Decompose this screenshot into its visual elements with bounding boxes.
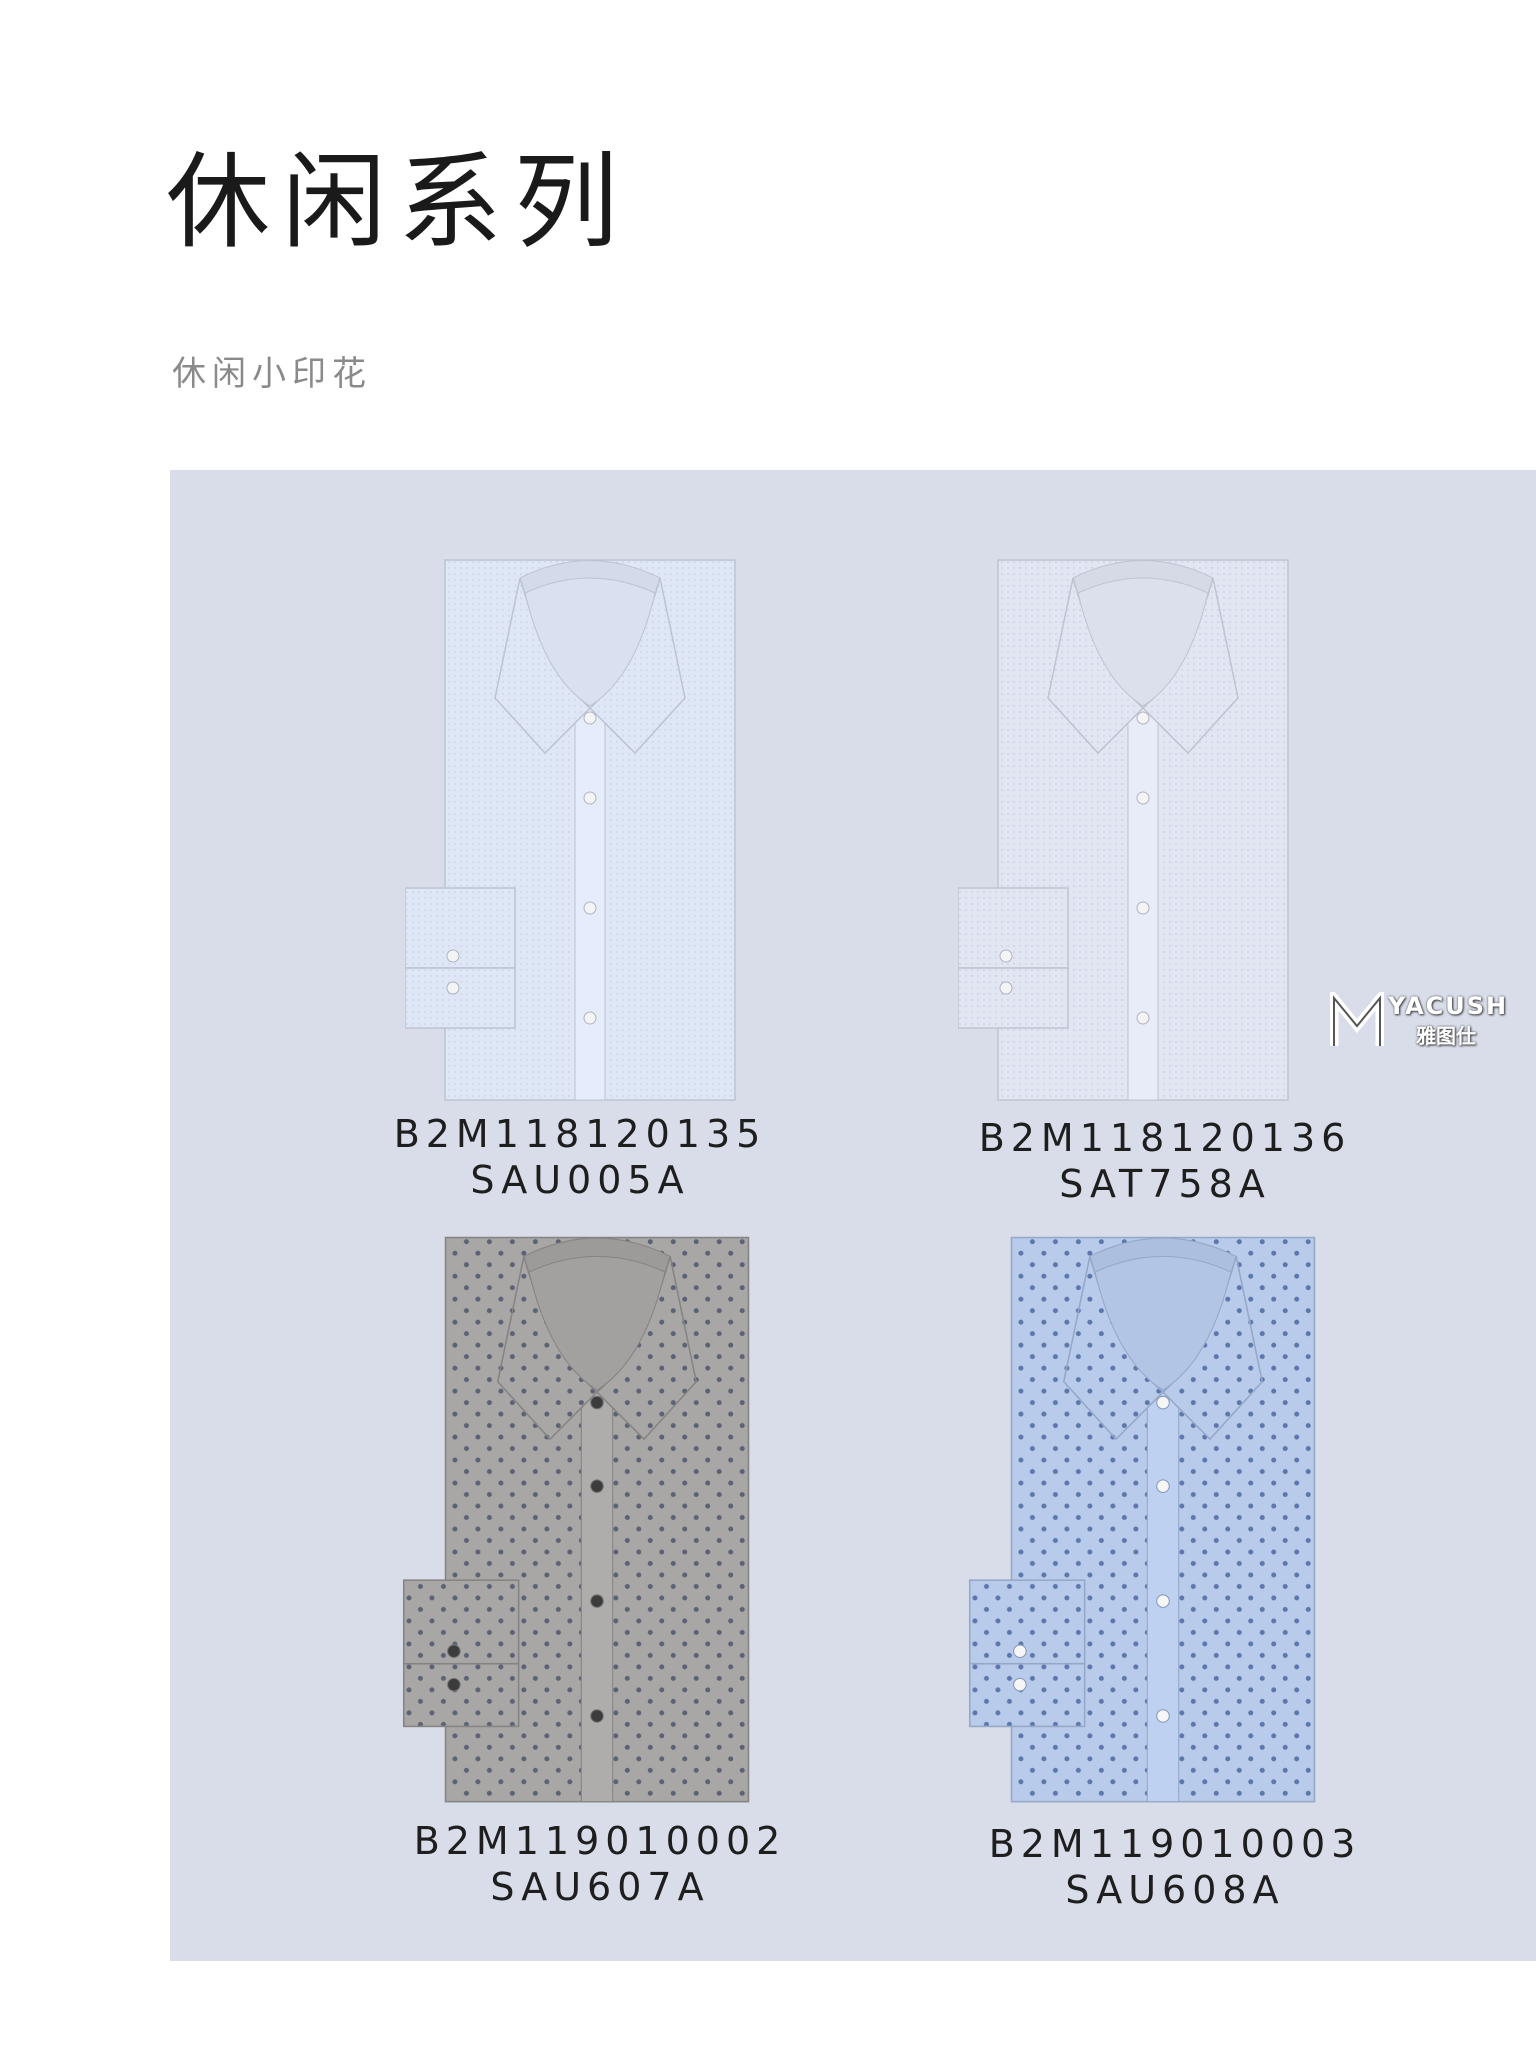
watermark-logo: YACUSH 雅图仕 [1330,992,1536,1052]
watermark-m-icon [1330,992,1384,1046]
product-card-2[interactable] [958,548,1328,1108]
shirt-placket [1127,697,1159,1101]
shirt-button [1156,1479,1170,1493]
product-code: B2M119010002 [413,1819,787,1863]
shirt-placket [574,697,606,1101]
fabric-code: SAT758A [1059,1162,1271,1206]
shirt-cuff [958,887,1069,969]
product-card-4[interactable] [968,1225,1358,1810]
shirt-image [402,1236,750,1803]
cuff-button [447,1644,461,1659]
shirt-placket [580,1381,614,1803]
fabric-code: SAU608A [1065,1868,1285,1912]
shirt-button [583,1011,597,1025]
shirt-button [1136,901,1150,915]
fabric-code: SAU005A [470,1158,690,1202]
shirt-cuff [405,887,516,969]
shirt-sleeve [958,967,1069,1029]
shirt-button [590,1709,604,1723]
shirt-image [405,559,736,1101]
product-code: B2M118120135 [393,1112,767,1156]
shirt-sleeve [968,1662,1086,1728]
cuff-button [446,981,460,995]
shirt-button [590,1594,604,1608]
product-card-1[interactable] [405,548,775,1108]
shirt-button [583,901,597,915]
page-subtitle: 休闲小印花 [172,354,372,394]
shirt-button [1136,791,1150,805]
shirt-cuff [968,1579,1086,1665]
shirt-placket [1146,1381,1180,1803]
cuff-button [999,949,1013,963]
shirt-image [968,1236,1316,1803]
watermark-brand: YACUSH [1388,992,1509,1020]
shirt-sleeve [402,1662,520,1728]
cuff-button [1013,1644,1027,1659]
shirt-button [590,1395,604,1410]
shirt-button [590,1479,604,1493]
cuff-button [447,1677,461,1692]
shirt-cuff [402,1579,520,1665]
shirt-button [1136,1011,1150,1025]
cuff-button [1013,1677,1027,1692]
product-code: B2M118120136 [978,1116,1352,1160]
product-code: B2M119010003 [988,1822,1362,1866]
shirt-sleeve [405,967,516,1029]
shirt-button [583,711,597,725]
shirt-button [1136,711,1150,725]
product-card-3[interactable] [402,1225,792,1810]
page-title: 休闲系列 [166,141,631,263]
watermark-name: 雅图仕 [1416,1024,1476,1048]
shirt-button [1156,1709,1170,1723]
shirt-button [1156,1594,1170,1608]
shirt-button [583,791,597,805]
cuff-button [999,981,1013,995]
fabric-code: SAU607A [490,1865,710,1909]
shirt-image [958,559,1289,1101]
shirt-button [1156,1395,1170,1410]
cuff-button [446,949,460,963]
